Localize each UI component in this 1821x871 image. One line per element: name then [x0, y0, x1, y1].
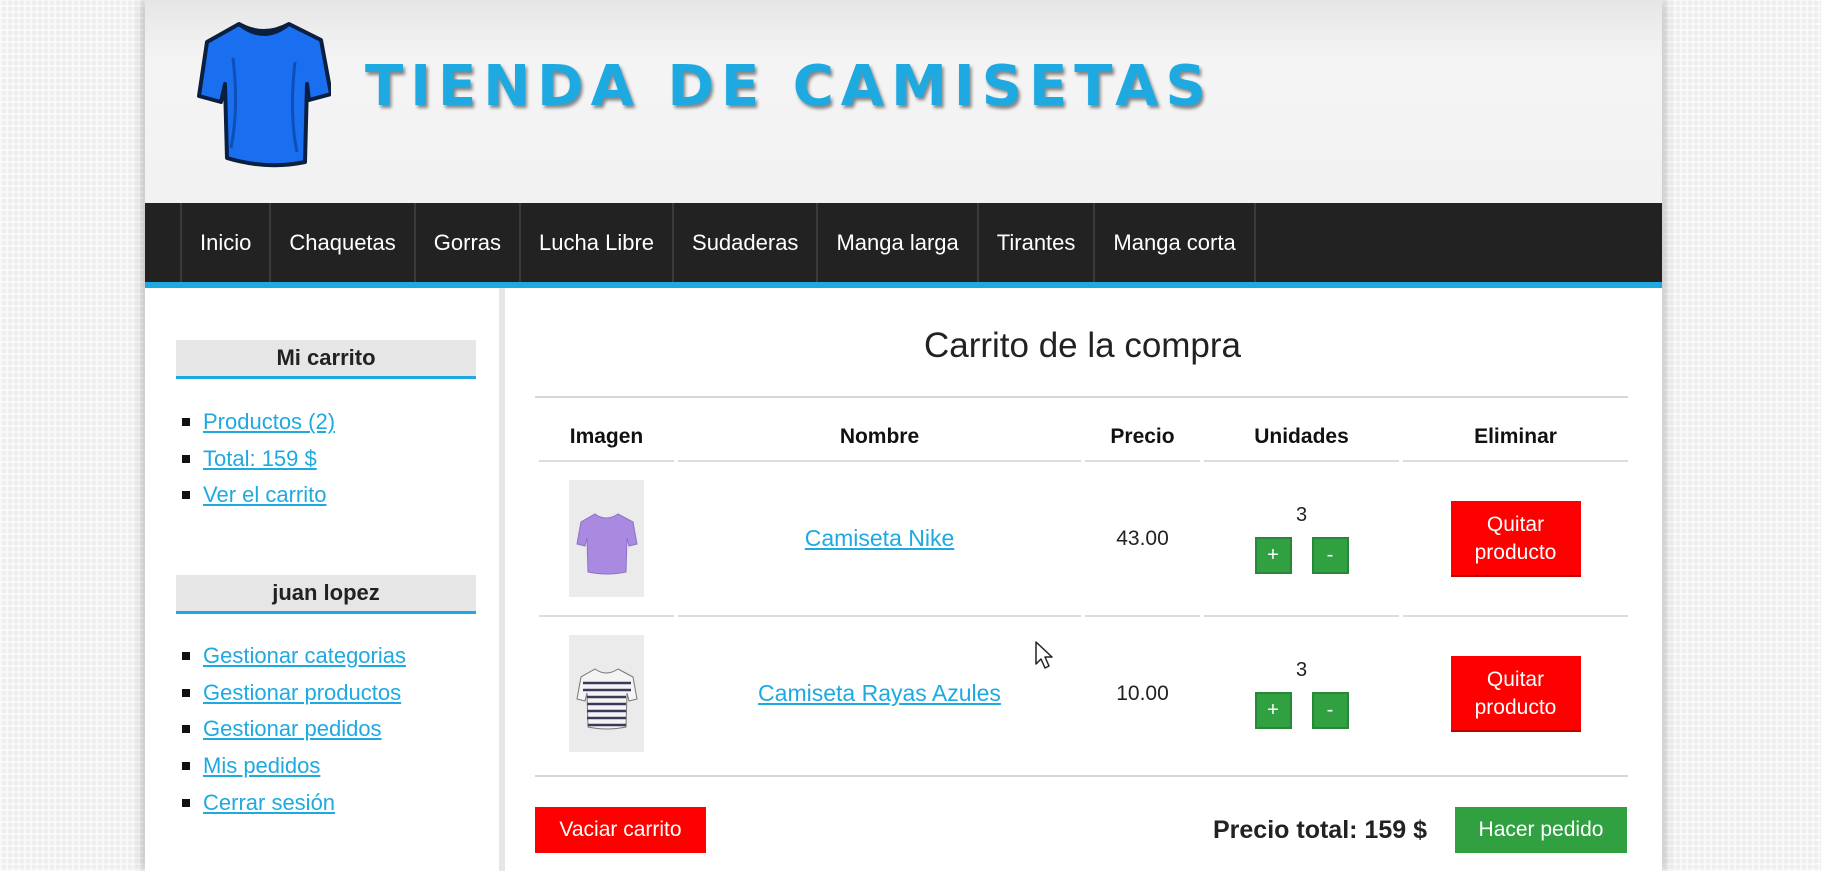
units-cell: 3 + - [1204, 462, 1399, 617]
page-container: TIENDA DE CAMISETAS Inicio Chaquetas Gor… [145, 0, 1662, 871]
nav-item-chaquetas[interactable]: Chaquetas [271, 203, 416, 282]
remove-product-button[interactable]: Quitar producto [1450, 500, 1581, 577]
table-row: Camiseta Nike 43.00 3 + - Quitar product… [539, 462, 1628, 617]
name-cell: Camiseta Rayas Azules [678, 617, 1081, 770]
list-item: Gestionar pedidos [176, 711, 406, 748]
list-item: Productos (2) [176, 404, 335, 441]
bullet-icon [182, 454, 190, 463]
name-cell: Camiseta Nike [678, 462, 1081, 617]
bullet-icon [182, 418, 190, 427]
user-block-title: juan lopez [176, 575, 476, 614]
main-nav: Inicio Chaquetas Gorras Lucha Libre Suda… [145, 203, 1662, 288]
image-cell [539, 462, 674, 617]
product-image-purple-tshirt[interactable] [569, 480, 644, 597]
my-orders-link[interactable]: Mis pedidos [203, 753, 320, 779]
price-cell: 10.00 [1116, 681, 1169, 705]
bullet-icon [182, 725, 190, 734]
list-item: Ver el carrito [176, 477, 335, 514]
list-item: Total: 159 $ [176, 441, 335, 478]
site-title: TIENDA DE CAMISETAS [365, 54, 1213, 119]
cart-table: Imagen Nombre Precio Unidades Eliminar C [535, 420, 1632, 770]
column-header-image: Imagen [539, 420, 674, 462]
decrease-quantity-button[interactable]: - [1311, 536, 1349, 574]
logout-link[interactable]: Cerrar sesión [203, 790, 335, 816]
column-header-remove: Eliminar [1403, 420, 1628, 462]
view-cart-link[interactable]: Ver el carrito [203, 482, 327, 508]
table-header-row: Imagen Nombre Precio Unidades Eliminar [539, 420, 1628, 462]
remove-cell: Quitar producto [1403, 462, 1628, 617]
divider [535, 775, 1628, 777]
decrease-quantity-button[interactable]: - [1311, 691, 1349, 729]
bullet-icon [182, 652, 190, 661]
cart-total-link[interactable]: Total: 159 $ [203, 446, 317, 472]
column-header-units: Unidades [1204, 420, 1399, 462]
list-item: Gestionar categorias [176, 638, 406, 675]
empty-cart-button[interactable]: Vaciar carrito [535, 807, 706, 853]
list-item: Gestionar productos [176, 675, 406, 712]
nav-item-manga-larga[interactable]: Manga larga [818, 203, 979, 282]
increase-quantity-button[interactable]: + [1254, 536, 1292, 574]
place-order-button[interactable]: Hacer pedido [1455, 807, 1627, 853]
remove-cell: Quitar producto [1403, 617, 1628, 770]
price-cell: 43.00 [1085, 462, 1200, 617]
page-title: Carrito de la compra [923, 326, 1242, 365]
main-content: Carrito de la compra Imagen Nombre Preci… [535, 288, 1662, 871]
image-cell [539, 617, 674, 770]
nav-item-lucha-libre[interactable]: Lucha Libre [521, 203, 675, 282]
manage-products-link[interactable]: Gestionar productos [203, 680, 401, 706]
products-count-link[interactable]: Productos (2) [203, 409, 335, 435]
table-row: Camiseta Rayas Azules 10.00 3 + - Quitar… [539, 617, 1628, 770]
bullet-icon [182, 688, 190, 697]
remove-product-button[interactable]: Quitar producto [1450, 655, 1581, 732]
product-link[interactable]: Camiseta Nike [805, 525, 955, 551]
product-link[interactable]: Camiseta Rayas Azules [758, 680, 1001, 706]
nav-item-inicio[interactable]: Inicio [180, 203, 272, 282]
tshirt-icon [197, 22, 331, 168]
site-header: TIENDA DE CAMISETAS [145, 0, 1662, 203]
quantity-value: 3 [1295, 503, 1308, 526]
product-image-striped-tshirt[interactable] [569, 635, 644, 752]
column-header-name: Nombre [678, 420, 1081, 462]
manage-categories-link[interactable]: Gestionar categorias [203, 643, 406, 669]
user-links: Gestionar categorias Gestionar productos… [176, 638, 406, 821]
cart-links: Productos (2) Total: 159 $ Ver el carrit… [176, 404, 335, 514]
total-price: Precio total: 159 $ [1213, 816, 1427, 844]
list-item: Mis pedidos [176, 748, 406, 785]
bullet-icon [182, 798, 190, 807]
increase-quantity-button[interactable]: + [1254, 691, 1292, 729]
sidebar: Mi carrito Productos (2) Total: 159 $ Ve… [145, 288, 505, 871]
nav-item-gorras[interactable]: Gorras [416, 203, 522, 282]
nav-item-tirantes[interactable]: Tirantes [979, 203, 1096, 282]
cart-block-title: Mi carrito [176, 340, 476, 379]
nav-item-manga-corta[interactable]: Manga corta [1095, 203, 1256, 282]
nav-item-sudaderas[interactable]: Sudaderas [674, 203, 819, 282]
manage-orders-link[interactable]: Gestionar pedidos [203, 716, 382, 742]
column-header-price: Precio [1085, 420, 1200, 462]
units-cell: 3 + - [1204, 617, 1399, 770]
bullet-icon [182, 762, 190, 771]
divider [535, 396, 1628, 398]
quantity-value: 3 [1295, 658, 1308, 681]
list-item: Cerrar sesión [176, 784, 406, 821]
mouse-cursor-icon [1035, 641, 1053, 669]
bullet-icon [182, 491, 190, 500]
